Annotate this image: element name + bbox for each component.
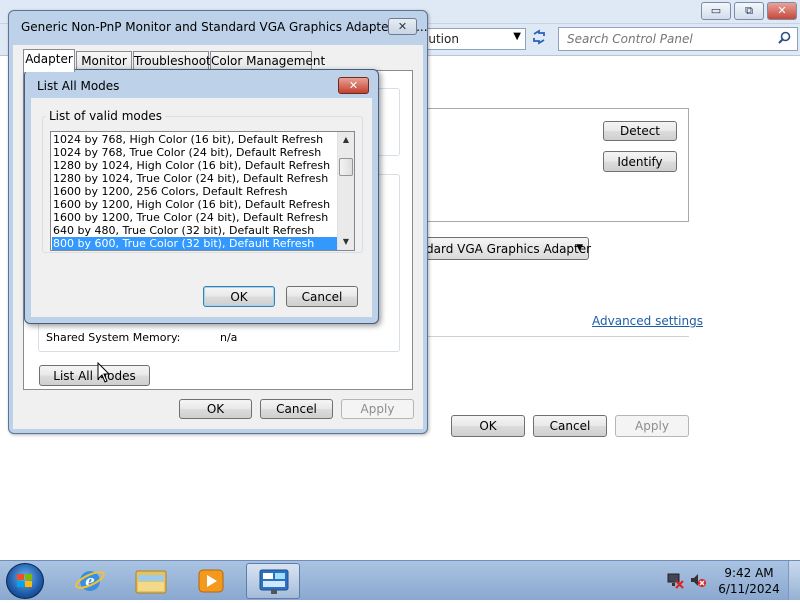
volume-muted-icon[interactable] xyxy=(689,571,707,589)
shared-memory-value: n/a xyxy=(220,331,238,344)
media-player-icon xyxy=(198,569,224,593)
refresh-icon[interactable] xyxy=(528,28,550,50)
ok-button[interactable]: OK xyxy=(179,399,252,419)
detect-button[interactable]: Detect xyxy=(603,121,677,141)
tab-adapter[interactable]: Adapter xyxy=(23,49,75,72)
list-all-modes-button[interactable]: List All Modes xyxy=(39,365,150,386)
shared-memory-label: Shared System Memory: xyxy=(46,331,181,344)
search-input[interactable] xyxy=(565,31,765,47)
search-icon[interactable] xyxy=(778,31,791,48)
minimize-button[interactable]: ▭ xyxy=(701,2,731,20)
list-item[interactable]: 1600 by 1200, High Color (16 bit), Defau… xyxy=(52,198,337,211)
close-button[interactable]: ✕ xyxy=(338,77,369,94)
chevron-down-icon[interactable]: ▼ xyxy=(513,31,521,42)
taskbar-control-panel[interactable] xyxy=(246,563,300,599)
display-select-value: dard VGA Graphics Adapter xyxy=(426,242,592,256)
start-button[interactable] xyxy=(6,563,44,599)
ok-button[interactable]: OK xyxy=(451,415,525,437)
scrollbar-thumb[interactable] xyxy=(339,158,353,176)
list-item[interactable]: 1024 by 768, True Color (24 bit), Defaul… xyxy=(52,146,337,159)
scroll-up-arrow-icon[interactable]: ▲ xyxy=(338,132,354,148)
cancel-button[interactable]: Cancel xyxy=(260,399,333,419)
tab-troubleshoot[interactable]: Troubleshoot xyxy=(133,51,211,71)
clock-time: 9:42 AM xyxy=(724,566,774,580)
breadcrumb-text: lution xyxy=(425,32,459,46)
maximize-button[interactable]: ⧉ xyxy=(734,2,764,20)
network-icon[interactable] xyxy=(666,571,684,589)
tab-monitor[interactable]: Monitor xyxy=(76,51,132,71)
cancel-button[interactable]: Cancel xyxy=(533,415,607,437)
divider xyxy=(416,336,689,337)
windows-logo-icon xyxy=(17,574,32,587)
mouse-cursor-icon xyxy=(97,361,111,384)
taskbar-media-player[interactable] xyxy=(184,563,238,599)
dialog-title: List All Modes xyxy=(37,79,120,93)
list-item-selected[interactable]: 800 by 600, True Color (32 bit), Default… xyxy=(52,237,337,250)
apply-button[interactable]: Apply xyxy=(341,399,414,419)
list-item[interactable]: 1024 by 768, High Color (16 bit), Defaul… xyxy=(52,133,337,146)
chevron-down-icon: ▼ xyxy=(576,243,583,253)
scroll-down-arrow-icon[interactable]: ▼ xyxy=(338,234,354,250)
dialog-body: List of valid modes 1024 by 768, High Co… xyxy=(31,98,372,317)
close-button[interactable]: ✕ xyxy=(767,2,797,20)
system-clock[interactable]: 9:42 AM 6/11/2024 xyxy=(714,565,784,597)
list-item[interactable]: 1280 by 1024, High Color (16 bit), Defau… xyxy=(52,159,337,172)
valid-modes-label: List of valid modes xyxy=(46,109,166,123)
close-button[interactable]: ✕ xyxy=(388,18,417,35)
list-item[interactable]: 1600 by 1200, True Color (24 bit), Defau… xyxy=(52,211,337,224)
taskbar-windows-explorer[interactable] xyxy=(124,563,178,599)
display-select[interactable]: dard VGA Graphics Adapter ▼ xyxy=(416,237,592,260)
show-desktop-button[interactable] xyxy=(788,561,800,600)
taskbar-internet-explorer[interactable]: e xyxy=(63,563,117,599)
cancel-button[interactable]: Cancel xyxy=(286,286,358,307)
advanced-settings-link[interactable]: Advanced settings xyxy=(592,314,703,328)
identify-button[interactable]: Identify xyxy=(603,151,677,172)
list-item[interactable]: 640 by 480, True Color (32 bit), Default… xyxy=(52,224,337,237)
internet-explorer-icon: e xyxy=(75,571,105,591)
clock-date: 6/11/2024 xyxy=(718,582,780,596)
list-item[interactable]: 1600 by 1200, 256 Colors, Default Refres… xyxy=(52,185,337,198)
modes-listbox[interactable]: 1024 by 768, High Color (16 bit), Defaul… xyxy=(50,131,355,251)
apply-button[interactable]: Apply xyxy=(615,415,689,437)
control-panel-icon xyxy=(259,569,289,594)
ok-button[interactable]: OK xyxy=(203,286,275,307)
search-box[interactable] xyxy=(558,27,798,51)
tab-color-management[interactable]: Color Management xyxy=(210,51,325,71)
vertical-scrollbar[interactable]: ▲ ▼ xyxy=(337,132,354,250)
list-item[interactable]: 1280 by 1024, True Color (24 bit), Defau… xyxy=(52,172,337,185)
windows-explorer-icon xyxy=(135,570,167,594)
list-all-modes-dialog: List All Modes ✕ List of valid modes 102… xyxy=(24,69,379,324)
dialog-title: Generic Non-PnP Monitor and Standard VGA… xyxy=(21,20,428,34)
